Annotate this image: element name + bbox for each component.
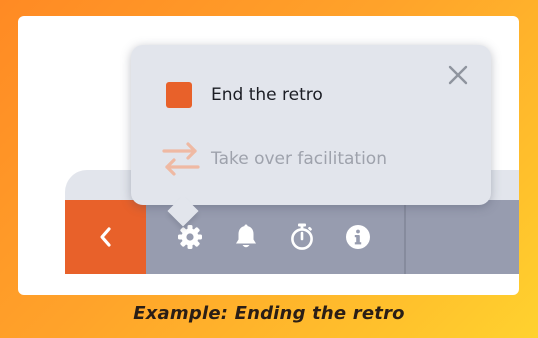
info-button[interactable] — [344, 223, 372, 251]
bottom-toolbar — [65, 200, 519, 274]
bell-icon — [236, 224, 256, 248]
facilitation-popover: End the retro Take over facilitation — [131, 45, 491, 227]
screenshot-card: End the retro Take over facilitation — [18, 16, 519, 295]
stop-square-icon — [166, 82, 192, 108]
stopwatch-icon — [291, 223, 313, 250]
gear-icon — [178, 225, 202, 249]
end-retro-label: End the retro — [211, 85, 323, 105]
close-icon — [448, 65, 468, 85]
info-icon — [346, 225, 370, 249]
back-button[interactable] — [65, 200, 146, 274]
gradient-frame: End the retro Take over facilitation Exa… — [0, 0, 538, 338]
toolbar-divider — [404, 200, 406, 274]
notifications-button[interactable] — [232, 223, 260, 251]
end-retro-item[interactable]: End the retro — [161, 79, 323, 111]
settings-button[interactable] — [176, 223, 204, 251]
swap-arrows-icon — [162, 142, 200, 176]
close-popover-button[interactable] — [447, 64, 469, 86]
take-over-facilitation-label: Take over facilitation — [211, 149, 387, 169]
caption: Example: Ending the retro — [133, 303, 405, 324]
timer-button[interactable] — [288, 223, 316, 251]
chevron-left-icon — [99, 227, 111, 247]
take-over-facilitation-item[interactable]: Take over facilitation — [161, 142, 387, 176]
